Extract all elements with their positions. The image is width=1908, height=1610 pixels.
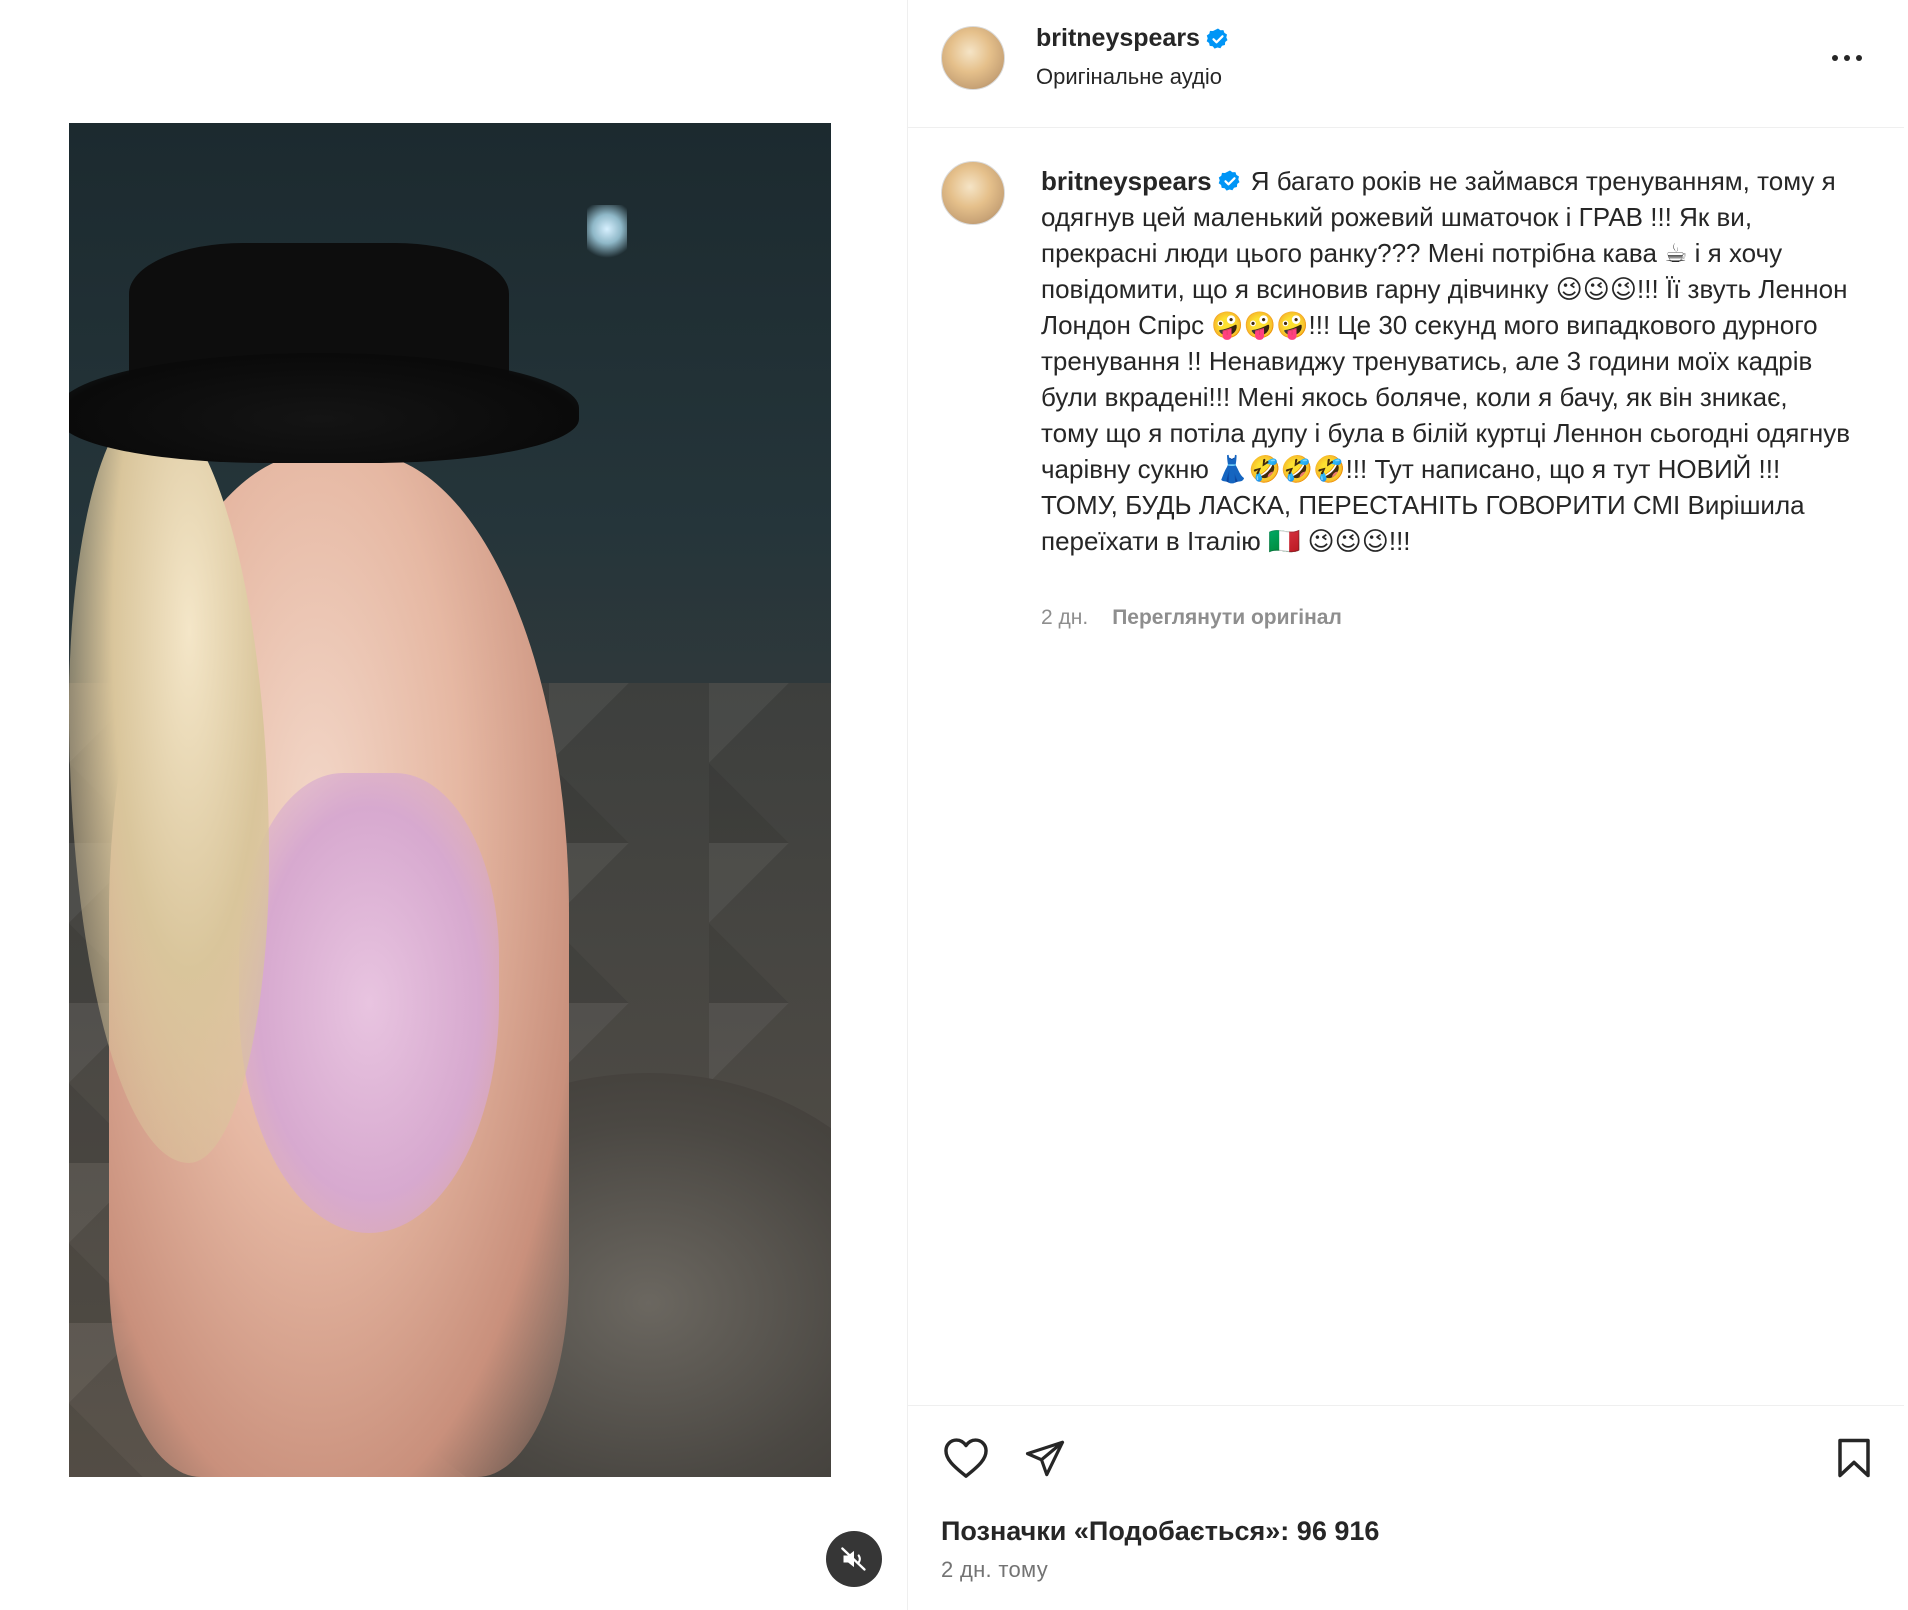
likes-count[interactable]: Позначки «Подобається»: 96 916 [941,1516,1379,1547]
author-username[interactable]: britneyspears [1036,24,1200,53]
audio-label[interactable]: Оригінальне аудіо [1036,64,1222,90]
share-button[interactable] [1021,1434,1069,1482]
see-original-button[interactable]: Переглянути оригінал [1112,606,1342,630]
save-button[interactable] [1830,1434,1878,1482]
author-avatar[interactable] [941,26,1005,90]
caption-text: Я багато років не займався тренуванням, … [1041,166,1851,556]
author-row: britneyspears [1036,24,1230,53]
caption-age: 2 дн. [1041,606,1089,629]
media-panel [0,0,908,1610]
more-options-button[interactable] [1829,42,1865,74]
mute-button[interactable] [826,1531,882,1587]
post-header: britneyspears Оригінальне аудіо [908,0,1904,128]
caption-username[interactable]: britneyspears [1041,166,1212,196]
video-swimsuit [239,773,499,1233]
verified-badge-icon [1206,28,1228,49]
caption-area: britneyspears Я багато років не займався… [908,128,1904,1406]
bookmark-outline-icon [1838,1438,1870,1478]
instagram-post-page: britneyspears Оригінальне аудіо britneys… [0,0,1908,1610]
post-info-panel: britneyspears Оригінальне аудіо britneys… [908,0,1908,1610]
like-button[interactable] [942,1434,990,1482]
paper-plane-icon [1025,1440,1065,1477]
verified-badge-icon [1218,170,1240,191]
post-timestamp[interactable]: 2 дн. тому [941,1557,1048,1583]
more-horizontal-icon [1832,55,1862,61]
video-hat-brim [69,353,579,463]
post-caption: britneyspears Я багато років не займався… [1041,163,1851,559]
heart-outline-icon [944,1438,988,1478]
post-video[interactable] [69,123,831,1477]
caption-author-avatar[interactable] [941,161,1005,225]
speaker-muted-icon [841,1547,866,1571]
caption-meta: 2 дн. Переглянути оригінал [1041,606,1342,630]
actions-divider [908,1405,1904,1406]
video-lamp [587,205,627,265]
